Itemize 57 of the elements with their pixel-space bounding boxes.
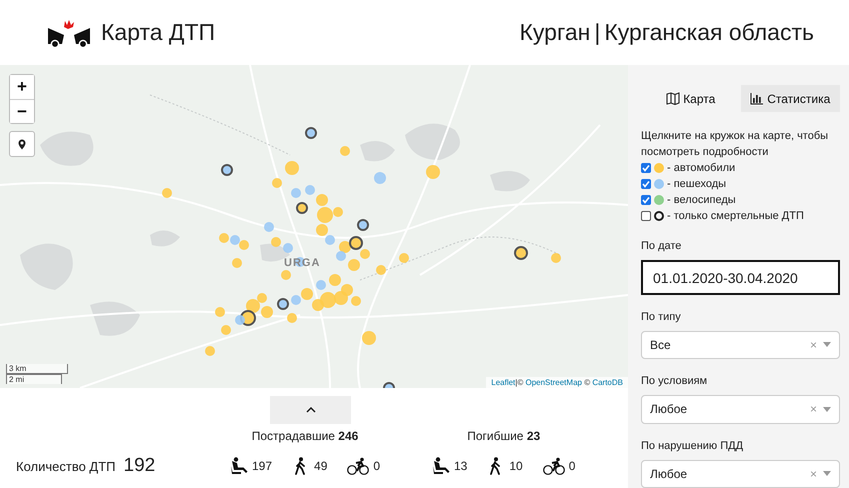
region-name: Курганская область [604,19,814,46]
group-title: Пострадавшие 246 [252,429,358,443]
seated-person-icon [230,457,248,475]
select-value: Любое [650,466,688,481]
stat-value: 49 [314,459,328,473]
attribution-link[interactable]: Leaflet [491,378,516,387]
seated-person-icon [432,457,450,475]
filter-label: По дате [641,240,682,252]
locate-button[interactable] [9,131,35,157]
cyclist-icon [347,457,370,475]
logo-icon [47,18,91,48]
stat-value: 13 [454,459,468,473]
map-pin-icon [18,138,26,150]
stat-value: 0 [568,459,576,473]
stat-value: 0 [373,459,380,473]
scale-bar: 3 km [6,364,68,374]
app-title: Карта ДТП [101,19,216,46]
zoom-out-button[interactable]: − [10,99,34,123]
legend-label: - только смертельные ДТП [667,209,804,224]
legend-label: - автомобили [667,161,736,176]
map-icon [666,92,680,106]
checkbox[interactable] [641,211,651,222]
legend-label: - велосипеды [667,193,736,208]
instruction-text: Щелкните на кружок на карте, чтобы посмотреть подробности [641,129,830,160]
filter-label: По типу [641,310,682,323]
caret-down-icon [823,471,831,476]
filter-label: По нарушению ПДД [641,440,744,452]
separator: | [594,19,600,46]
select-value: Любое [650,402,688,416]
caret-up-icon [306,407,316,413]
count-label: Количество ДТП [16,459,116,474]
group-title: Погибшие 23 [467,429,540,443]
stat-value: 197 [252,459,272,473]
stat-value: 10 [509,459,523,473]
legend-label: - пешеходы [667,177,726,192]
filter-label: По условиям [641,375,708,388]
city-name: Курган [520,19,590,46]
count-value: 192 [124,455,156,477]
attribution-link[interactable]: CartoDB [592,378,623,387]
view-tab[interactable]: Статистика [740,85,840,112]
filter-select[interactable]: Все × [641,330,840,360]
caret-down-icon [823,406,831,412]
checkbox[interactable] [641,163,651,174]
attribution-link[interactable]: OpenStreetMap [525,378,582,387]
select-value: Все [650,338,672,352]
cyclist-icon [542,457,565,475]
attribution-text: © [583,378,592,387]
caret-down-icon [823,342,831,348]
filter-select[interactable]: Любое × [641,460,840,488]
scale-bar: 2 mi [6,374,62,384]
checkbox[interactable] [641,179,651,190]
attribution-text: | [515,378,518,387]
attribution-text: © [517,378,524,387]
bar-chart-icon [750,92,764,106]
date-range-field[interactable]: 01.01.2020-30.04.2020 [641,260,840,295]
checkbox[interactable] [641,195,651,206]
filter-select[interactable]: Любое × [641,395,840,424]
